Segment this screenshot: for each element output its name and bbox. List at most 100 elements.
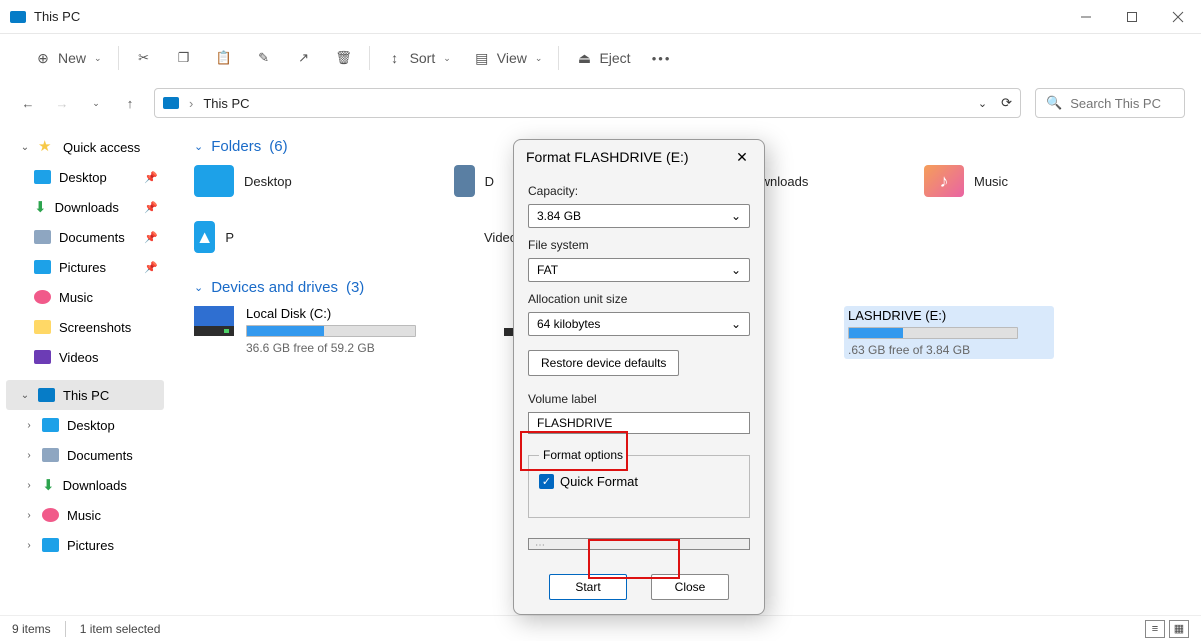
- large-icons-view-button[interactable]: ▦: [1169, 620, 1189, 638]
- sidebar-desktop[interactable]: Desktop 📌: [6, 162, 164, 192]
- star-icon: ★: [38, 140, 55, 154]
- folder-music[interactable]: ♪ Music: [924, 165, 1124, 197]
- view-button[interactable]: ▤ View ⌄: [473, 49, 543, 67]
- desktop-icon: [42, 418, 59, 432]
- sidebar-screenshots[interactable]: Screenshots: [6, 312, 164, 342]
- back-button[interactable]: ←: [18, 96, 38, 111]
- sidebar-this-pc[interactable]: ⌄ This PC: [6, 380, 164, 410]
- sidebar-videos[interactable]: Videos: [6, 342, 164, 372]
- desktop-icon: [194, 165, 234, 197]
- sidebar-item-label: Pictures: [59, 260, 106, 275]
- sidebar-item-label: Downloads: [55, 200, 119, 215]
- chevron-down-icon[interactable]: ⌄: [20, 142, 30, 153]
- refresh-icon[interactable]: ⟳: [1001, 95, 1012, 111]
- breadcrumb[interactable]: This PC: [203, 96, 249, 111]
- paste-icon[interactable]: 📋: [215, 49, 233, 67]
- restore-defaults-button[interactable]: Restore device defaults: [528, 350, 679, 376]
- pictures-icon: [34, 260, 51, 274]
- capacity-value: 3.84 GB: [537, 209, 581, 223]
- chevron-right-icon[interactable]: ›: [24, 510, 34, 521]
- details-view-button[interactable]: ≡: [1145, 620, 1165, 638]
- folder-label: D: [485, 174, 494, 189]
- eject-button[interactable]: ⏏ Eject: [575, 49, 630, 67]
- disk-icon: [194, 306, 234, 336]
- sidebar-pictures[interactable]: Pictures 📌: [6, 252, 164, 282]
- up-button[interactable]: ↑: [120, 96, 140, 111]
- folder-pictures[interactable]: ▲ P: [194, 221, 234, 253]
- search-box[interactable]: 🔍: [1035, 88, 1185, 118]
- forward-button[interactable]: →: [52, 96, 72, 111]
- more-icon[interactable]: •••: [653, 49, 671, 67]
- delete-icon[interactable]: 🗑: [335, 49, 353, 67]
- sidebar-documents[interactable]: Documents 📌: [6, 222, 164, 252]
- filesystem-value: FAT: [537, 263, 558, 277]
- search-icon: 🔍: [1046, 95, 1062, 111]
- chevron-down-icon[interactable]: ⌄: [20, 390, 30, 401]
- share-icon[interactable]: ↗: [295, 49, 313, 67]
- chevron-right-icon[interactable]: ›: [24, 450, 34, 461]
- sidebar-documents2[interactable]: › Documents: [6, 440, 164, 470]
- app-icon: [10, 11, 26, 23]
- chevron-down-icon: ⌄: [194, 281, 203, 294]
- sidebar-item-label: This PC: [63, 388, 109, 403]
- drive-capacity-bar: [848, 327, 1018, 339]
- eject-icon: ⏏: [575, 49, 593, 67]
- sidebar-downloads[interactable]: ⬇ Downloads 📌: [6, 192, 164, 222]
- sidebar-music[interactable]: Music: [6, 282, 164, 312]
- status-separator: [65, 621, 66, 637]
- copy-icon[interactable]: ❐: [175, 49, 193, 67]
- title-bar: This PC: [0, 0, 1201, 34]
- search-input[interactable]: [1070, 96, 1201, 111]
- sidebar-downloads2[interactable]: › ⬇ Downloads: [6, 470, 164, 500]
- annotation-box: [588, 539, 680, 579]
- chevron-down-icon[interactable]: ⌄: [978, 97, 987, 110]
- recent-button[interactable]: ⌄: [86, 98, 106, 109]
- status-selected: 1 item selected: [80, 622, 161, 636]
- chevron-right-icon[interactable]: ›: [24, 540, 34, 551]
- sidebar-desktop2[interactable]: › Desktop: [6, 410, 164, 440]
- rename-icon[interactable]: ✎: [255, 49, 273, 67]
- sidebar-item-label: Screenshots: [59, 320, 131, 335]
- allocation-select[interactable]: 64 kilobytes ⌄: [528, 312, 750, 336]
- volume-label-label: Volume label: [528, 392, 750, 406]
- window-title: This PC: [34, 9, 80, 24]
- quick-format-checkbox[interactable]: ✓ Quick Format: [539, 474, 739, 489]
- folder-desktop[interactable]: Desktop: [194, 165, 394, 197]
- close-icon[interactable]: ✕: [732, 149, 752, 166]
- chevron-down-icon: ⌄: [94, 53, 102, 64]
- sort-button[interactable]: ↕ Sort ⌄: [386, 49, 451, 67]
- minimize-button[interactable]: [1063, 0, 1109, 34]
- chevron-right-icon[interactable]: ›: [24, 420, 34, 431]
- chevron-right-icon[interactable]: ›: [24, 480, 34, 491]
- pictures-icon: ▲: [194, 221, 215, 253]
- pin-icon: 📌: [144, 231, 158, 244]
- filesystem-select[interactable]: FAT ⌄: [528, 258, 750, 282]
- pc-icon: [38, 388, 55, 402]
- drive-free-text: 36.6 GB free of 59.2 GB: [246, 341, 416, 355]
- folder-documents[interactable]: D: [454, 165, 494, 197]
- section-label: Devices and drives: [211, 279, 338, 296]
- pictures-icon: [42, 538, 59, 552]
- drive-c[interactable]: Local Disk (C:) 36.6 GB free of 59.2 GB: [194, 306, 444, 359]
- sidebar-music2[interactable]: › Music: [6, 500, 164, 530]
- dialog-title-bar[interactable]: Format FLASHDRIVE (E:) ✕: [514, 140, 764, 174]
- close-button[interactable]: [1155, 0, 1201, 34]
- address-bar[interactable]: › This PC ⌄ ⟳: [154, 88, 1021, 118]
- allocation-value: 64 kilobytes: [537, 317, 600, 331]
- quick-format-label: Quick Format: [560, 474, 638, 489]
- maximize-button[interactable]: [1109, 0, 1155, 34]
- capacity-select[interactable]: 3.84 GB ⌄: [528, 204, 750, 228]
- new-button[interactable]: ⊕ New ⌄: [34, 49, 102, 67]
- chevron-down-icon: ⌄: [443, 53, 451, 64]
- documents-icon: [34, 230, 51, 244]
- documents-icon: [42, 448, 59, 462]
- cut-icon[interactable]: ✂: [135, 49, 153, 67]
- drive-name: Local Disk (C:): [246, 306, 416, 321]
- drive-e-selected[interactable]: LASHDRIVE (E:) .63 GB free of 3.84 GB: [844, 306, 1054, 359]
- sidebar-quick-access[interactable]: ⌄ ★ Quick access: [6, 132, 164, 162]
- sidebar: ⌄ ★ Quick access Desktop 📌 ⬇ Downloads 📌…: [0, 124, 170, 615]
- documents-icon: [454, 165, 475, 197]
- sort-icon: ↕: [386, 49, 404, 67]
- sidebar-pictures2[interactable]: › Pictures: [6, 530, 164, 560]
- folder-icon: [34, 320, 51, 334]
